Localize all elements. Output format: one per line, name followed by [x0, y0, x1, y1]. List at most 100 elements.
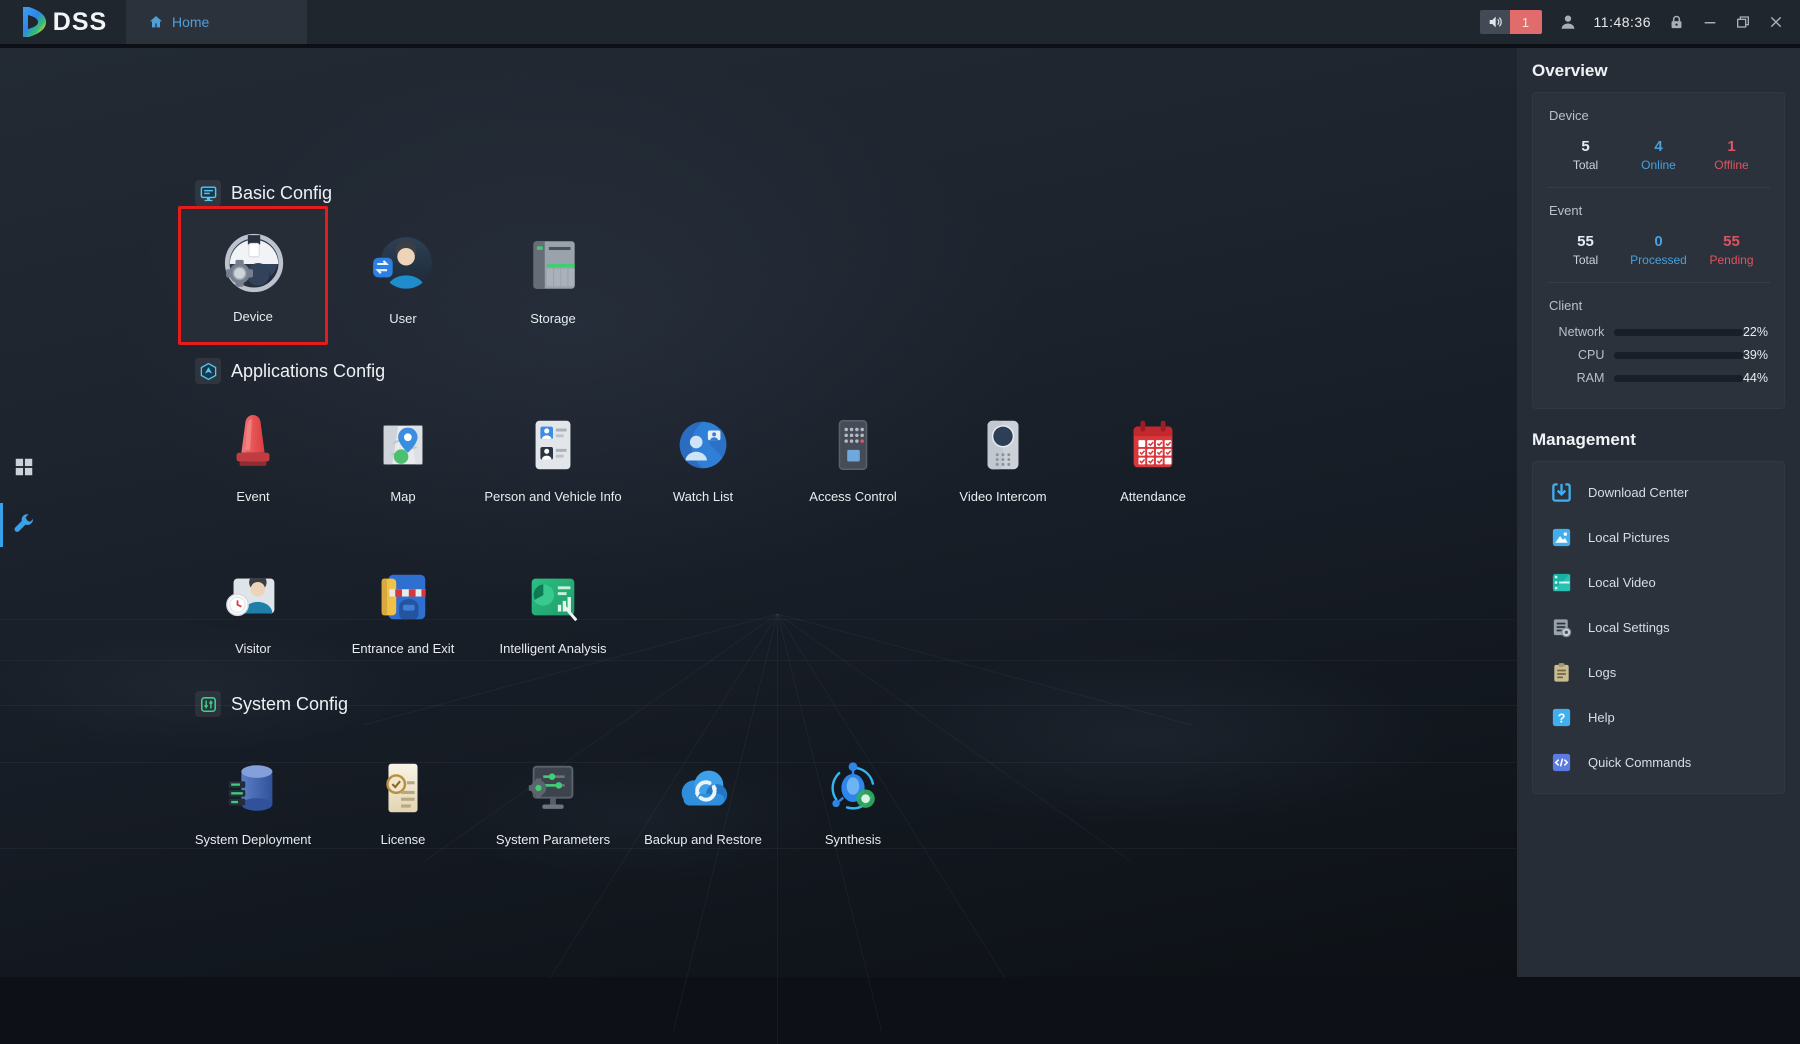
local-pictures-icon: [1550, 526, 1573, 549]
stat-event-pending: 55 Pending: [1695, 233, 1768, 267]
overview-group-event: Event 55 Total 0 Processed 55 Pending: [1549, 203, 1768, 267]
person-icon: [1559, 13, 1577, 31]
app-logo: DSS: [0, 0, 126, 44]
app-item-attendance[interactable]: Attendance: [1078, 408, 1228, 506]
app-item-watch-list[interactable]: Watch List: [628, 408, 778, 506]
app-item-visitor[interactable]: Visitor: [178, 560, 328, 658]
sec-basic-icon: [195, 180, 221, 206]
left-sidebar: [0, 48, 48, 977]
overview-group-client: Client Network 22% CPU 39% RAM 44%: [1549, 298, 1768, 402]
app-name: DSS: [53, 8, 107, 37]
local-video-icon: [1550, 571, 1573, 594]
svg-text:?: ?: [1558, 711, 1566, 725]
restore-button[interactable]: [1735, 14, 1751, 30]
storage-icon: [520, 232, 586, 298]
minimize-button[interactable]: [1702, 14, 1718, 30]
management-title: Management: [1532, 430, 1785, 450]
app-item-entrance-and-exit[interactable]: Entrance and Exit: [328, 560, 478, 658]
management-card: Download Center Local Pictures Local Vid…: [1532, 461, 1785, 794]
app-row: VisitorEntrance and ExitIntelligent Anal…: [178, 560, 628, 658]
dss-logo-icon: [19, 6, 49, 38]
overview-title: Overview: [1532, 61, 1785, 81]
management-item-local-settings[interactable]: Local Settings: [1533, 605, 1784, 650]
quick-commands-icon: [1550, 751, 1573, 774]
app-item-map[interactable]: Map: [328, 408, 478, 506]
tab-home[interactable]: Home: [126, 0, 307, 44]
alarm-count-badge[interactable]: 1: [1510, 10, 1542, 34]
app-item-event[interactable]: Event: [178, 408, 328, 506]
synthesis-icon: [822, 757, 884, 819]
system-parameters-icon: [522, 757, 584, 819]
device-icon: [220, 230, 286, 296]
overview-card: Device 5 Total 4 Online 1 Offline Event …: [1532, 92, 1785, 409]
lock-icon[interactable]: [1668, 14, 1685, 31]
local-settings-icon: [1550, 616, 1573, 639]
overview-group-device: Device 5 Total 4 Online 1 Offline: [1549, 108, 1768, 172]
intelligent-analysis-icon: [522, 566, 584, 628]
event-icon: [222, 414, 284, 476]
app-row: System DeploymentLicenseSystem Parameter…: [178, 751, 928, 849]
stat-device-total: 5 Total: [1549, 138, 1622, 172]
app-item-access-control[interactable]: Access Control: [778, 408, 928, 506]
app-item-device[interactable]: Device: [178, 206, 328, 345]
alarm-sound-button[interactable]: [1480, 10, 1510, 34]
section-header-applications-config: Applications Config: [195, 358, 385, 384]
grid-icon: [13, 456, 35, 478]
speaker-icon: [1487, 14, 1503, 30]
watch-list-icon: [672, 414, 734, 476]
app-item-system-parameters[interactable]: System Parameters: [478, 751, 628, 849]
app-item-system-deployment[interactable]: System Deployment: [178, 751, 328, 849]
attendance-icon: [1122, 414, 1184, 476]
topbar: DSS Home 1 11:48:36: [0, 0, 1800, 46]
backup-restore-icon: [672, 757, 734, 819]
person-vehicle-icon: [522, 414, 584, 476]
stat-device-offline: 1 Offline: [1695, 138, 1768, 172]
meter-ram: RAM 44%: [1549, 371, 1768, 385]
management-item-download-center[interactable]: Download Center: [1533, 470, 1784, 515]
download-center-icon: [1550, 481, 1573, 504]
section-header-system-config: System Config: [195, 691, 348, 717]
management-item-local-pictures[interactable]: Local Pictures: [1533, 515, 1784, 560]
video-intercom-icon: [972, 414, 1034, 476]
app-item-intelligent-analysis[interactable]: Intelligent Analysis: [478, 560, 628, 658]
sidebar-item-applications[interactable]: [0, 443, 48, 491]
management-item-help[interactable]: ? Help: [1533, 695, 1784, 740]
main-area: Basic ConfigDeviceUserStorage Application…: [0, 48, 1517, 977]
user-account-button[interactable]: [1559, 13, 1577, 31]
stat-device-online: 4 Online: [1622, 138, 1695, 172]
alarm-group: 1: [1480, 10, 1542, 34]
wrench-icon: [12, 513, 36, 537]
stat-event-processed: 0 Processed: [1622, 233, 1695, 267]
section-header-basic-config: Basic Config: [195, 180, 332, 206]
stat-event-total: 55 Total: [1549, 233, 1622, 267]
entrance-exit-icon: [372, 566, 434, 628]
visitor-icon: [222, 566, 284, 628]
app-item-backup-and-restore[interactable]: Backup and Restore: [628, 751, 778, 849]
logs-icon: [1550, 661, 1573, 684]
management-item-logs[interactable]: Logs: [1533, 650, 1784, 695]
management-item-local-video[interactable]: Local Video: [1533, 560, 1784, 605]
app-item-user[interactable]: User: [328, 206, 478, 345]
sec-apps-icon: [195, 358, 221, 384]
app-item-synthesis[interactable]: Synthesis: [778, 751, 928, 849]
app-row: EventMapPerson and Vehicle InfoWatch Lis…: [178, 408, 1228, 506]
help-icon: ?: [1550, 706, 1573, 729]
system-deployment-icon: [222, 757, 284, 819]
close-button[interactable]: [1768, 14, 1784, 30]
sec-system-icon: [195, 691, 221, 717]
sidebar-item-config[interactable]: [0, 501, 48, 549]
map-icon: [372, 414, 434, 476]
clock-time: 11:48:36: [1594, 14, 1651, 30]
license-icon: [372, 757, 434, 819]
app-item-license[interactable]: License: [328, 751, 478, 849]
access-control-icon: [822, 414, 884, 476]
meter-cpu: CPU 39%: [1549, 348, 1768, 362]
home-icon: [148, 14, 164, 30]
app-row: DeviceUserStorage: [178, 206, 628, 345]
app-item-video-intercom[interactable]: Video Intercom: [928, 408, 1078, 506]
meter-network: Network 22%: [1549, 325, 1768, 339]
app-item-person-and-vehicle-info[interactable]: Person and Vehicle Info: [478, 408, 628, 506]
app-item-storage[interactable]: Storage: [478, 206, 628, 345]
tab-home-label: Home: [172, 14, 209, 30]
management-item-quick-commands[interactable]: Quick Commands: [1533, 740, 1784, 785]
